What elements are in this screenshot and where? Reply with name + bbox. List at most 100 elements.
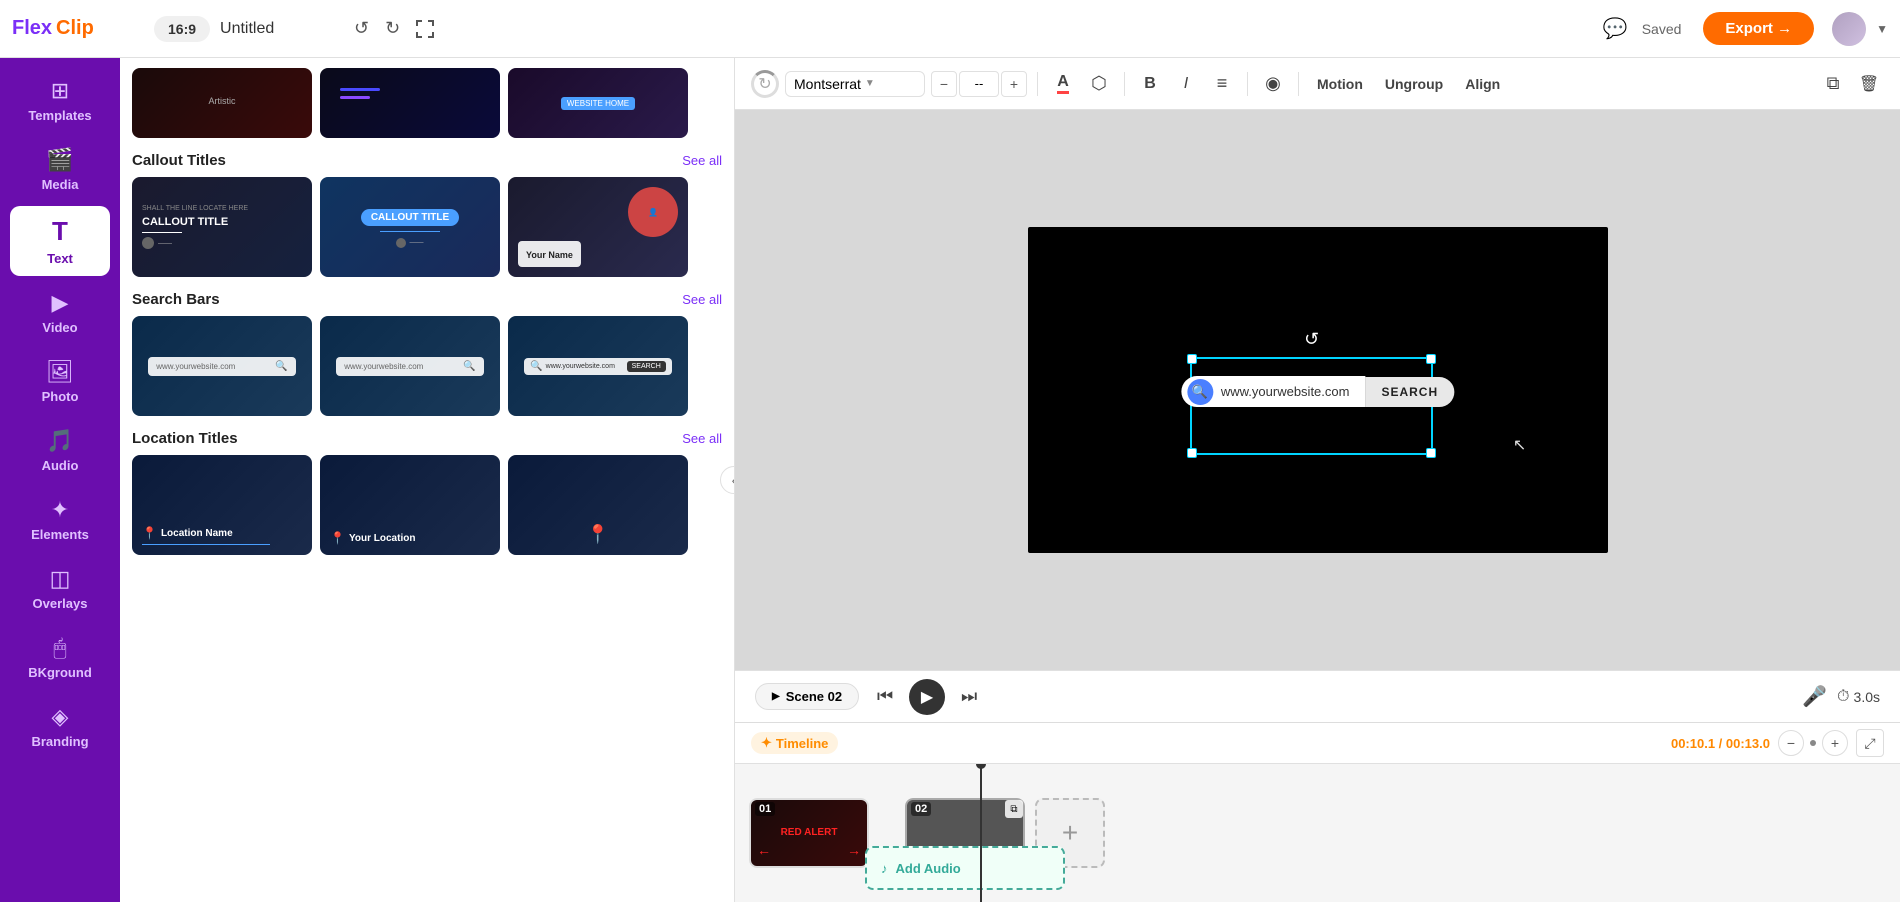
photo-icon: 🖼 — [46, 359, 74, 385]
timeline-star-icon: ✦ — [761, 735, 772, 751]
sidebar-item-label-templates: Templates — [28, 108, 91, 123]
sidebar-item-photo[interactable]: 🖼 Photo — [10, 349, 110, 414]
location-card-1[interactable]: 📍 Location Name — [132, 455, 312, 555]
canvas-search-bar-element[interactable]: 🔍 www.yourwebsite.com SEARCH ↖ — [1181, 376, 1454, 407]
canvas[interactable]: ↺ 🔍 www.yourwebsite.com SEARCH ↖ ↖ — [1028, 227, 1608, 553]
location-card-3[interactable]: 📍 — [508, 455, 688, 555]
project-title-input[interactable] — [220, 20, 340, 38]
callout-card-1[interactable]: SHALL THE LINE LOCATE HERE CALLOUT TITLE… — [132, 177, 312, 277]
scene-clip-1[interactable]: 01 RED ALERT ← → — [749, 798, 869, 868]
scene-button[interactable]: ▶ Scene 02 — [755, 683, 859, 710]
red-alert-text: RED ALERT — [781, 827, 838, 839]
handle-bottom-right[interactable] — [1426, 448, 1436, 458]
sidebar-item-templates[interactable]: ⊞ Templates — [10, 68, 110, 133]
font-size-decrease[interactable]: − — [931, 71, 957, 97]
timeline-badge: ✦ Timeline — [751, 732, 838, 754]
playhead-top — [976, 764, 986, 769]
undo-button[interactable]: ↺ — [350, 14, 373, 43]
text-style-button[interactable]: ◉ — [1258, 69, 1288, 99]
callout-card-2[interactable]: CALLOUT TITLE —— — [320, 177, 500, 277]
ungroup-button[interactable]: Ungroup — [1377, 72, 1451, 96]
handle-top-right[interactable] — [1426, 354, 1436, 364]
motion-button[interactable]: Motion — [1309, 72, 1371, 96]
bold-button[interactable]: B — [1135, 69, 1165, 99]
text-toolbar: ↻ Montserrat ▼ − + A ⬡ B I — [735, 58, 1900, 110]
fill-color-button[interactable]: ⬡ — [1084, 69, 1114, 99]
align-text-button[interactable]: Align — [1457, 72, 1508, 96]
search-card-2[interactable]: www.yourwebsite.com 🔍 — [320, 316, 500, 416]
callout-card-3[interactable]: Your Name 👤 — [508, 177, 688, 277]
template-card-top-3[interactable]: WEBSITE HOME — [508, 68, 688, 138]
handle-bottom-left[interactable] — [1187, 448, 1197, 458]
skip-forward-button[interactable]: ⏭ — [953, 681, 985, 713]
toolbar-separator-4 — [1298, 72, 1299, 96]
location-section-title: Location Titles — [132, 430, 238, 447]
zoom-in-button[interactable]: + — [1822, 730, 1848, 756]
clock-icon: ⏱ — [1837, 688, 1849, 706]
search-card-3[interactable]: 🔍 www.yourwebsite.com SEARCH — [508, 316, 688, 416]
search-card-1[interactable]: www.yourwebsite.com 🔍 — [132, 316, 312, 416]
callout-section-title: Callout Titles — [132, 152, 226, 169]
sidebar-item-label-text: Text — [47, 251, 73, 266]
panel-collapse-button[interactable]: ‹ — [720, 466, 735, 494]
sidebar-item-label-media: Media — [42, 177, 79, 192]
elements-icon: ✦ — [51, 497, 69, 523]
logo-clip: Clip — [56, 17, 94, 40]
sidebar-item-label-branding: Branding — [31, 734, 88, 749]
cursor-icon: ↖ — [1447, 402, 1464, 427]
handle-top-left[interactable] — [1187, 354, 1197, 364]
callout-see-all[interactable]: See all — [682, 153, 722, 168]
sidebar-item-label-bkground: BKground — [28, 665, 92, 680]
italic-button[interactable]: I — [1171, 69, 1201, 99]
templates-icon: ⊞ — [51, 78, 69, 104]
avatar-caret[interactable]: ▼ — [1876, 22, 1888, 36]
chat-icon-button[interactable]: 💬 — [1599, 12, 1632, 45]
sidebar-item-branding[interactable]: ◈ Branding — [10, 694, 110, 759]
top-row-cards: Artistic WEBSITE HOME — [132, 68, 722, 138]
add-audio-button[interactable]: ♪ Add Audio — [865, 846, 1065, 890]
left-panel: Artistic WEBSITE HOME Callout Titles See… — [120, 58, 735, 902]
zoom-dot — [1810, 740, 1816, 746]
location-see-all[interactable]: See all — [682, 431, 722, 446]
template-card-top-1[interactable]: Artistic — [132, 68, 312, 138]
sidebar-item-overlays[interactable]: ◫ Overlays — [10, 556, 110, 621]
sidebar-item-text[interactable]: T Text — [10, 206, 110, 276]
avatar[interactable] — [1832, 12, 1866, 46]
align-button[interactable]: ≡ — [1207, 69, 1237, 99]
zoom-out-button[interactable]: − — [1778, 730, 1804, 756]
export-button[interactable]: Export → — [1703, 12, 1814, 45]
expand-timeline-button[interactable]: ⤢ — [1856, 729, 1884, 757]
sidebar-item-audio[interactable]: 🎵 Audio — [10, 418, 110, 483]
play-button[interactable]: ▶ — [909, 679, 945, 715]
topbar: FlexClip 16:9 ↺ ↻ 💬 Saved Export → ▼ — [0, 0, 1900, 58]
redo-button[interactable]: ↻ — [381, 14, 404, 43]
aspect-ratio-button[interactable]: 16:9 — [154, 16, 210, 42]
sidebar-item-bkground[interactable]: 🖱 BKground — [10, 625, 110, 690]
text-color-button[interactable]: A — [1048, 69, 1078, 99]
duration-value: 3.0s — [1854, 689, 1880, 705]
microphone-button[interactable]: 🎤 — [1802, 684, 1827, 709]
rotate-handle[interactable]: ↺ — [1304, 329, 1319, 350]
fullscreen-button[interactable] — [412, 16, 438, 42]
location-card-2[interactable]: 📍 Your Location — [320, 455, 500, 555]
sidebar-item-media[interactable]: 🎬 Media — [10, 137, 110, 202]
main-content: ⊞ Templates 🎬 Media T Text ▶ Video 🖼 Pho… — [0, 58, 1900, 902]
search-circle-icon: 🔍 — [1187, 379, 1213, 405]
search-see-all[interactable]: See all — [682, 292, 722, 307]
bold-icon: B — [1144, 75, 1156, 93]
font-size-input[interactable] — [959, 71, 999, 97]
font-name: Montserrat — [794, 76, 861, 92]
search-cards-row: www.yourwebsite.com 🔍 www.yourwebsite.co… — [132, 316, 722, 416]
delete-button[interactable]: 🗑 — [1854, 69, 1884, 99]
canvas-container: ↺ 🔍 www.yourwebsite.com SEARCH ↖ ↖ — [735, 110, 1900, 670]
template-card-top-2[interactable] — [320, 68, 500, 138]
logo: FlexClip — [12, 17, 132, 40]
canvas-url-text: www.yourwebsite.com — [1221, 384, 1350, 399]
skip-back-button[interactable]: ⏮ — [869, 681, 901, 713]
copy-clip-button[interactable]: ⧉ — [1005, 800, 1023, 818]
font-size-increase[interactable]: + — [1001, 71, 1027, 97]
sidebar-item-elements[interactable]: ✦ Elements — [10, 487, 110, 552]
sidebar-item-video[interactable]: ▶ Video — [10, 280, 110, 345]
layers-button[interactable]: ⧉ — [1818, 69, 1848, 99]
font-selector[interactable]: Montserrat ▼ — [785, 71, 925, 97]
